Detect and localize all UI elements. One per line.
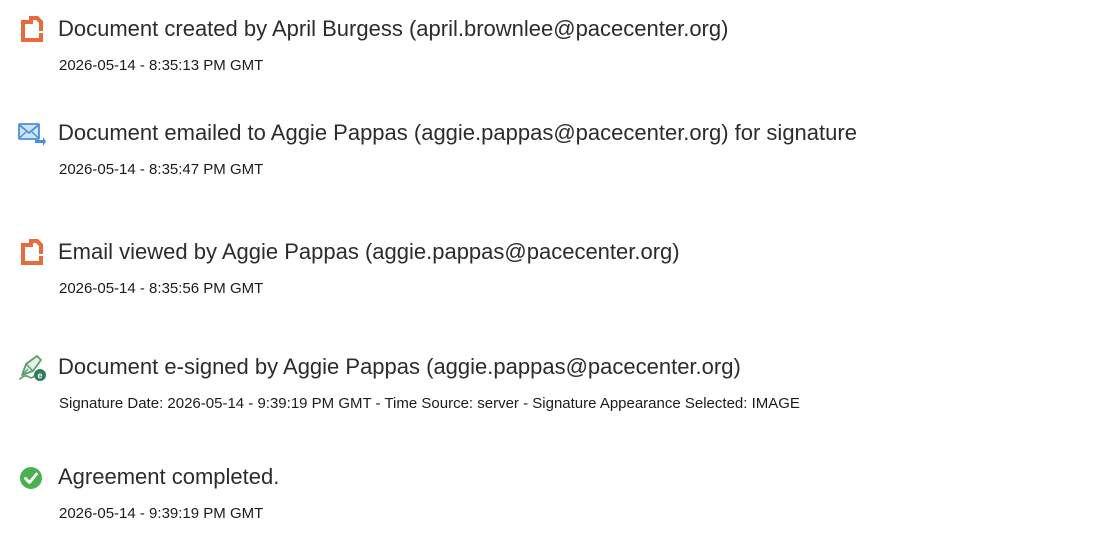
event-timestamp: 2026-05-14 - 8:35:47 PM GMT bbox=[59, 161, 264, 178]
svg-text:e: e bbox=[37, 370, 42, 380]
audit-event-created: Document created by April Burgess (april… bbox=[0, 10, 1116, 90]
event-title: Document e-signed by Aggie Pappas (aggie… bbox=[58, 354, 741, 379]
event-timestamp: 2026-05-14 - 8:35:13 PM GMT bbox=[59, 57, 264, 74]
esign-pen-icon: e bbox=[17, 352, 47, 382]
event-timestamp: 2026-05-14 - 9:39:19 PM GMT bbox=[59, 505, 264, 522]
event-timestamp: 2026-05-14 - 8:35:56 PM GMT bbox=[59, 280, 264, 297]
event-title: Document created by April Burgess (april… bbox=[58, 16, 729, 41]
event-title: Document emailed to Aggie Pappas (aggie.… bbox=[58, 120, 857, 145]
audit-event-signed: e Document e-signed by Aggie Pappas (agg… bbox=[0, 348, 1116, 428]
audit-event-viewed: Email viewed by Aggie Pappas (aggie.papp… bbox=[0, 233, 1116, 313]
event-signature-details: Signature Date: 2026-05-14 - 9:39:19 PM … bbox=[59, 395, 800, 412]
audit-event-completed: Agreement completed. 2026-05-14 - 9:39:1… bbox=[0, 458, 1116, 538]
event-title: Agreement completed. bbox=[58, 464, 280, 489]
checkmark-circle-icon bbox=[17, 462, 47, 492]
email-sent-icon bbox=[17, 118, 47, 148]
document-icon bbox=[17, 14, 47, 44]
audit-event-emailed: Document emailed to Aggie Pappas (aggie.… bbox=[0, 114, 1116, 194]
document-icon bbox=[17, 237, 47, 267]
event-title: Email viewed by Aggie Pappas (aggie.papp… bbox=[58, 239, 680, 264]
